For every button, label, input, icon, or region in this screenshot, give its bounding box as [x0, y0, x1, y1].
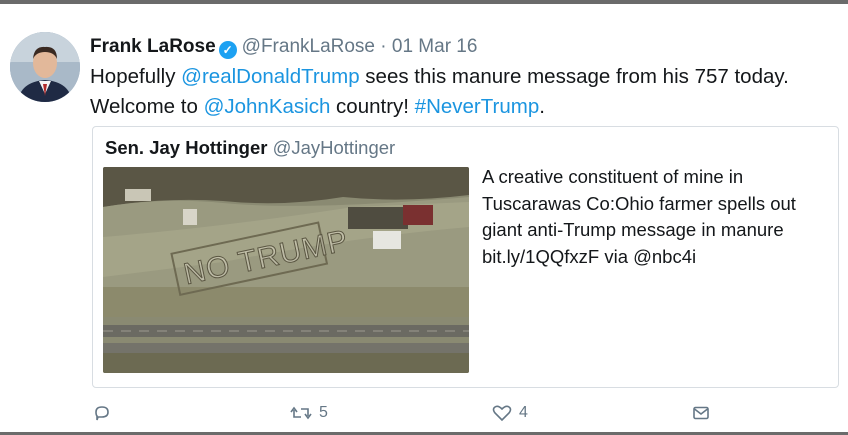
quoted-tweet-header: Sen. Jay Hottinger @JayHottinger	[105, 135, 395, 161]
quoted-tweet-text: A creative constituent of mine in Tuscar…	[482, 166, 796, 267]
retweet-count: 5	[319, 404, 328, 421]
separator-dot: ·	[380, 36, 387, 57]
author-name[interactable]: Frank LaRose	[90, 36, 216, 57]
text-segment: country!	[330, 95, 415, 118]
tweet: Frank LaRose ✓ @FrankLaRose · 01 Mar 16 Ho…	[0, 4, 848, 432]
retweet-button[interactable]: 5	[290, 398, 328, 428]
verified-badge-icon: ✓	[218, 41, 237, 59]
tweet-header: Frank LaRose ✓ @FrankLaRose · 01 Mar 16	[90, 34, 477, 60]
like-count: 4	[519, 404, 528, 421]
hashtag-link[interactable]: #NeverTrump	[415, 95, 540, 118]
direct-message-button[interactable]	[692, 398, 710, 428]
heart-icon	[492, 404, 512, 422]
avatar[interactable]	[10, 32, 80, 102]
author-handle[interactable]: @FrankLaRose	[242, 36, 375, 57]
quoted-author-name: Sen. Jay Hottinger	[105, 137, 268, 158]
like-button[interactable]: 4	[492, 398, 528, 428]
tweet-text: Hopefully @realDonaldTrump sees this man…	[90, 62, 830, 122]
direct-message-icon	[692, 404, 710, 422]
reply-button[interactable]	[93, 398, 111, 428]
reply-icon	[93, 404, 111, 422]
mention-link[interactable]: @JohnKasich	[204, 95, 331, 118]
quoted-author-handle: @JayHottinger	[272, 137, 396, 158]
quoted-tweet-image[interactable]: NO TRUMP	[103, 167, 469, 373]
tweet-actions: 5 4	[0, 398, 848, 428]
retweet-icon	[290, 404, 312, 422]
mention-link[interactable]: @realDonaldTrump	[181, 65, 359, 88]
tweet-date[interactable]: 01 Mar 16	[392, 36, 478, 57]
quoted-tweet[interactable]: Sen. Jay Hottinger @JayHottinger NO TRUM…	[92, 126, 839, 388]
text-segment: .	[539, 95, 545, 118]
text-segment: Hopefully	[90, 65, 182, 88]
